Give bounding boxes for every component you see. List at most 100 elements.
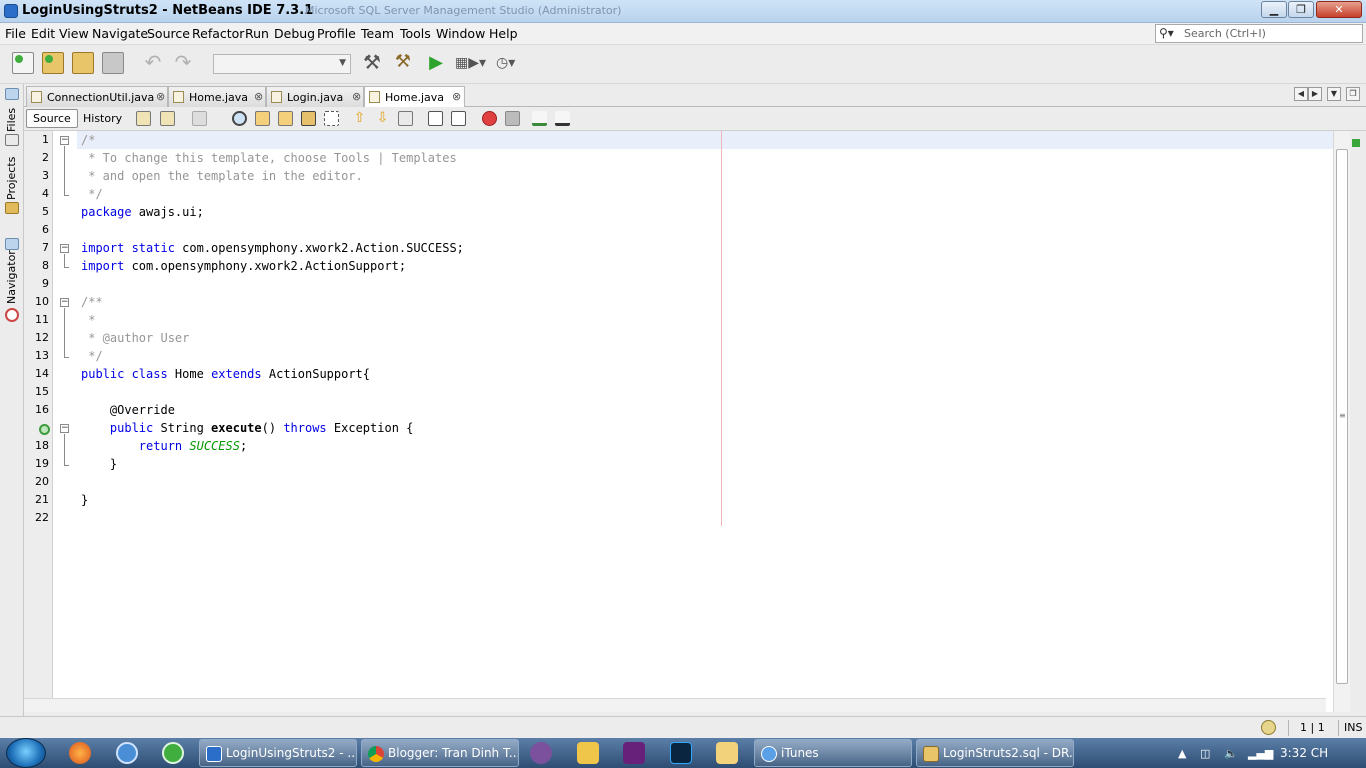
tab-home-java[interactable]: Home.java ⊗	[168, 86, 266, 107]
find-next-icon[interactable]	[278, 111, 293, 126]
menu-debug[interactable]: Debug	[274, 26, 315, 41]
side-tab-navigator[interactable]: Navigator	[2, 236, 22, 326]
java-file-icon	[369, 91, 380, 103]
override-indicator-icon[interactable]	[39, 424, 50, 435]
fold-line	[64, 308, 65, 357]
menu-help[interactable]: Help	[489, 26, 518, 41]
tab-login-java[interactable]: Login.java ⊗	[266, 86, 364, 107]
maximize-button[interactable]: ❐	[1288, 1, 1314, 18]
open-project-icon[interactable]	[72, 52, 94, 74]
close-icon[interactable]: ⊗	[156, 90, 165, 103]
code-text-area[interactable]: /* * To change this template, choose Too…	[77, 131, 1333, 712]
menu-source[interactable]: Source	[147, 26, 190, 41]
source-tab-button[interactable]: Source	[26, 109, 78, 128]
shift-left-icon[interactable]	[428, 111, 443, 126]
menu-view[interactable]: View	[59, 26, 89, 41]
photoshop-icon[interactable]	[670, 742, 692, 764]
fold-toggle-icon[interactable]: −	[60, 136, 69, 145]
forward-icon[interactable]	[192, 111, 207, 126]
stop-macro-recording-icon[interactable]	[505, 111, 520, 126]
start-macro-recording-icon[interactable]	[482, 111, 497, 126]
menu-team[interactable]: Team	[361, 26, 394, 41]
last-edit-icon[interactable]	[136, 111, 151, 126]
next-bookmark-icon[interactable]: ⇩	[375, 111, 390, 126]
toggle-highlight-icon[interactable]	[301, 111, 316, 126]
close-button[interactable]: ✕	[1316, 1, 1362, 18]
uncomment-icon[interactable]	[555, 111, 570, 126]
no-errors-icon	[1352, 139, 1360, 147]
volume-icon[interactable]: 🔈	[1224, 747, 1238, 760]
search-input[interactable]: ⚲▾ Search (Ctrl+I)	[1155, 24, 1363, 43]
java-file-icon	[31, 91, 42, 103]
fold-toggle-icon[interactable]: −	[60, 424, 69, 433]
network-status-icon[interactable]: ◫	[1200, 747, 1210, 760]
menu-window[interactable]: Window	[436, 26, 485, 41]
projects-icon	[5, 202, 19, 214]
task-itunes[interactable]: iTunes	[754, 739, 912, 767]
previous-bookmark-icon[interactable]: ⇧	[352, 111, 367, 126]
minimize-button[interactable]: ▁	[1261, 1, 1287, 18]
menu-file[interactable]: File	[5, 26, 26, 41]
maximize-window-icon[interactable]: ❐	[1346, 87, 1360, 101]
build-icon[interactable]: ⚒	[361, 52, 383, 74]
undo-icon[interactable]: ↶	[142, 52, 164, 74]
close-icon[interactable]: ⊗	[352, 90, 361, 103]
profile-icon[interactable]: ◷▾	[496, 52, 530, 74]
horizontal-scrollbar[interactable]	[24, 698, 1326, 712]
comment-icon[interactable]	[532, 111, 547, 126]
tasks-icon[interactable]	[1261, 720, 1276, 735]
start-button[interactable]	[6, 738, 46, 768]
fold-end	[64, 465, 69, 466]
scroll-tabs-left-icon[interactable]: ◀	[1294, 87, 1308, 101]
toggle-bookmark-icon[interactable]	[398, 111, 413, 126]
scroll-tabs-right-icon[interactable]: ▶	[1308, 87, 1322, 101]
vertical-scrollbar[interactable]: ≡	[1333, 131, 1350, 712]
menu-profile[interactable]: Profile	[317, 26, 356, 41]
fold-toggle-icon[interactable]: −	[60, 298, 69, 307]
close-icon[interactable]: ⊗	[452, 90, 461, 103]
debug-icon[interactable]: ▦▶▾	[455, 52, 489, 74]
signal-icon[interactable]: ▂▄▆	[1248, 747, 1273, 760]
clock[interactable]: 3:32 CH	[1280, 746, 1328, 760]
viber-icon[interactable]	[530, 742, 552, 764]
navigator-icon	[5, 308, 19, 322]
menu-run[interactable]: Run	[245, 26, 269, 41]
line-number: 12	[35, 331, 49, 344]
utorrent-icon[interactable]	[162, 742, 184, 764]
file-explorer-icon[interactable]	[716, 742, 738, 764]
media-player-icon[interactable]	[116, 742, 138, 764]
fold-toggle-icon[interactable]: −	[60, 244, 69, 253]
find-icon[interactable]	[232, 111, 247, 126]
new-project-icon[interactable]	[42, 52, 64, 74]
side-tab-files[interactable]: Files	[2, 86, 22, 148]
code-editor[interactable]: 1 2 3 4 5 6 7 8 9 10 11 12 13 14 15 16 1…	[24, 131, 1366, 712]
rectangular-selection-icon[interactable]	[324, 111, 339, 126]
run-icon[interactable]: ▶	[425, 52, 447, 74]
shift-right-icon[interactable]	[451, 111, 466, 126]
show-opened-documents-icon[interactable]: ▼	[1327, 87, 1341, 101]
show-hidden-icons-icon[interactable]: ▲	[1178, 747, 1186, 760]
menu-navigate[interactable]: Navigate	[92, 26, 148, 41]
task-chrome[interactable]: Blogger: Tran Dinh T...	[361, 739, 519, 767]
sticky-notes-icon[interactable]	[577, 742, 599, 764]
task-sql-server[interactable]: LoginStruts2.sql - DR...	[916, 739, 1074, 767]
back-icon[interactable]	[160, 111, 175, 126]
history-tab-button[interactable]: History	[76, 109, 129, 128]
firefox-icon[interactable]	[69, 742, 91, 764]
clean-build-icon[interactable]: ⚒	[392, 52, 414, 74]
close-icon[interactable]: ⊗	[254, 90, 263, 103]
menu-edit[interactable]: Edit	[31, 26, 55, 41]
tab-home-java-active[interactable]: Home.java ⊗	[364, 86, 465, 108]
visual-studio-icon[interactable]	[623, 742, 645, 764]
find-previous-icon[interactable]	[255, 111, 270, 126]
menu-refactor[interactable]: Refactor	[192, 26, 244, 41]
new-file-icon[interactable]	[12, 52, 34, 74]
side-tab-projects[interactable]: Projects	[2, 156, 22, 228]
redo-icon[interactable]: ↷	[172, 52, 194, 74]
close-project-icon[interactable]	[102, 52, 124, 74]
tab-connectionutil-java[interactable]: ConnectionUtil.java ⊗	[26, 86, 168, 107]
configuration-combo[interactable]: ▼	[213, 54, 351, 74]
task-netbeans[interactable]: LoginUsingStruts2 - ...	[199, 739, 357, 767]
code-text: ()	[261, 421, 284, 435]
menu-tools[interactable]: Tools	[400, 26, 431, 41]
